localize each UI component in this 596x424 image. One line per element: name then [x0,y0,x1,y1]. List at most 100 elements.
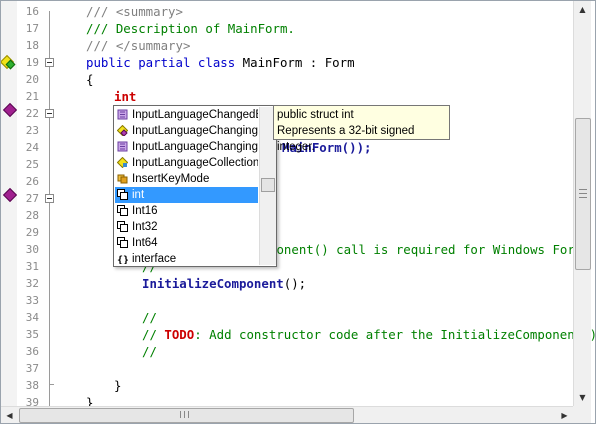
vertical-scrollbar[interactable]: ▲ ▼ [573,1,591,406]
grip-icon [180,411,189,418]
autocomplete-item-label: InputLanguageChangingE [132,125,258,137]
class-icon [116,156,129,169]
autocomplete-list[interactable]: InputLanguageChangedE InputLanguageChangi… [113,105,277,267]
scroll-left-arrow-icon[interactable]: ◀ [1,407,18,423]
keyword-icon: {} [117,253,129,266]
line-number: 27 [25,192,39,205]
grip-icon [579,189,587,198]
code-line-36: // [142,344,157,359]
line-number: 28 [25,209,39,222]
event-icon [117,141,128,152]
code-line-17: /// Description of MainForm. [86,21,295,36]
autocomplete-item[interactable]: int [115,187,258,203]
line-number: 29 [25,226,39,239]
autocomplete-item-label: int [132,189,145,201]
line-number: 16 [25,5,39,18]
svg-text:{}: {} [117,255,128,264]
line-number: 30 [25,243,39,256]
todo-token: TODO [164,327,195,342]
code-line-18: /// </summary> [86,38,191,53]
fold-end-marker [49,384,54,385]
code-line-20: { [86,72,94,87]
enum-icon [117,173,128,184]
struct-icon [117,221,128,232]
scrollbar-corner [573,406,591,423]
class-declaration-text: MainForm : Form [235,55,355,70]
scroll-right-arrow-icon[interactable]: ▶ [556,407,573,423]
autocomplete-item[interactable]: Int64 [115,235,258,251]
bookmark-gutter[interactable] [1,1,18,406]
autocomplete-item-label: InputLanguageChangingE [132,141,258,153]
line-number: 25 [25,158,39,171]
line-number: 33 [25,294,39,307]
todo-comment-text: : Add constructor code after the Initial… [194,327,596,342]
line-number: 22 [25,107,39,120]
code-line-34: // [142,310,157,325]
autocomplete-item-label: Int64 [132,237,158,249]
call-paren-text: (); [283,276,307,291]
tooltip-description: Represents a 32-bit signed integer. [277,125,415,153]
autocomplete-item[interactable]: {} interface [115,251,258,267]
autocomplete-item-label: interface [132,253,177,265]
line-number: 24 [25,141,39,154]
line-number: 38 [25,379,39,392]
autocomplete-items[interactable]: InputLanguageChangedE InputLanguageChangi… [115,107,258,267]
struct-icon [117,237,128,248]
autocomplete-item[interactable]: InputLanguageChangedE [115,107,258,123]
autocomplete-item[interactable]: InputLanguageChangingE [115,139,258,155]
vertical-scroll-thumb[interactable] [575,118,591,270]
line-number: 32 [25,277,39,290]
line-number: 26 [25,175,39,188]
autocomplete-item[interactable]: Int32 [115,219,258,235]
event-icon [117,109,128,120]
line-number: 37 [25,362,39,375]
autocomplete-item[interactable]: InputLanguageChangingE [115,123,258,139]
fold-guide [49,11,50,406]
code-line-35: // TODO: Add constructor code after the … [142,326,596,343]
autocomplete-item[interactable]: InputLanguageCollection [115,155,258,171]
fold-toggle-icon[interactable] [45,58,54,67]
line-number: 23 [25,124,39,137]
line-number: 34 [25,311,39,324]
scroll-up-arrow-icon[interactable]: ▲ [574,1,591,18]
line-number-gutter: 16 17 18 19 20 21 22 23 24 25 26 27 28 2… [17,1,41,409]
autocomplete-item[interactable]: InsertKeyMode [115,171,258,187]
autocomplete-item-label: Int16 [132,205,158,217]
line-number: 35 [25,328,39,341]
tooltip-signature: public struct int [277,109,354,121]
autocomplete-scroll-thumb[interactable] [261,178,275,192]
code-line-32: InitializeComponent(); [142,275,306,292]
autocomplete-item-label: InsertKeyMode [132,173,210,185]
code-line-38: } [114,378,122,393]
member-tooltip: public struct int Represents a 32-bit si… [273,105,450,153]
typed-text: int [114,89,137,104]
autocomplete-item-label: InputLanguageCollection [132,157,258,169]
struct-icon [117,189,128,200]
line-number: 36 [25,345,39,358]
method-marker-icon [2,102,18,118]
line-number: 19 [25,56,39,69]
method-marker-icon [2,187,18,203]
struct-icon [117,205,128,216]
line-number: 18 [25,39,39,52]
code-editor-window: 16 17 18 19 20 21 22 23 24 25 26 27 28 2… [0,0,596,424]
horizontal-scroll-thumb[interactable] [19,408,354,423]
code-line-30: ponent() call is required for Windows Fo… [269,242,583,257]
horizontal-scrollbar[interactable]: ◀ ▶ [1,406,573,423]
line-number: 17 [25,22,39,35]
autocomplete-item[interactable]: Int16 [115,203,258,219]
autocomplete-item-label: Int32 [132,221,158,233]
code-line-16: /// <summary> [86,4,183,19]
line-number: 31 [25,260,39,273]
comment-prefix: // [142,327,165,342]
fold-toggle-icon[interactable] [45,194,54,203]
keyword-token: public partial class [86,55,236,70]
delegate-icon [116,124,129,137]
line-number: 20 [25,73,39,86]
autocomplete-item-label: InputLanguageChangedE [132,109,258,121]
fold-toggle-icon[interactable] [45,109,54,118]
line-number: 21 [25,90,39,103]
scroll-down-arrow-icon[interactable]: ▼ [574,389,591,406]
method-call-token: InitializeComponent [142,276,284,291]
code-line-19: public partial class MainForm : Form [86,54,355,71]
